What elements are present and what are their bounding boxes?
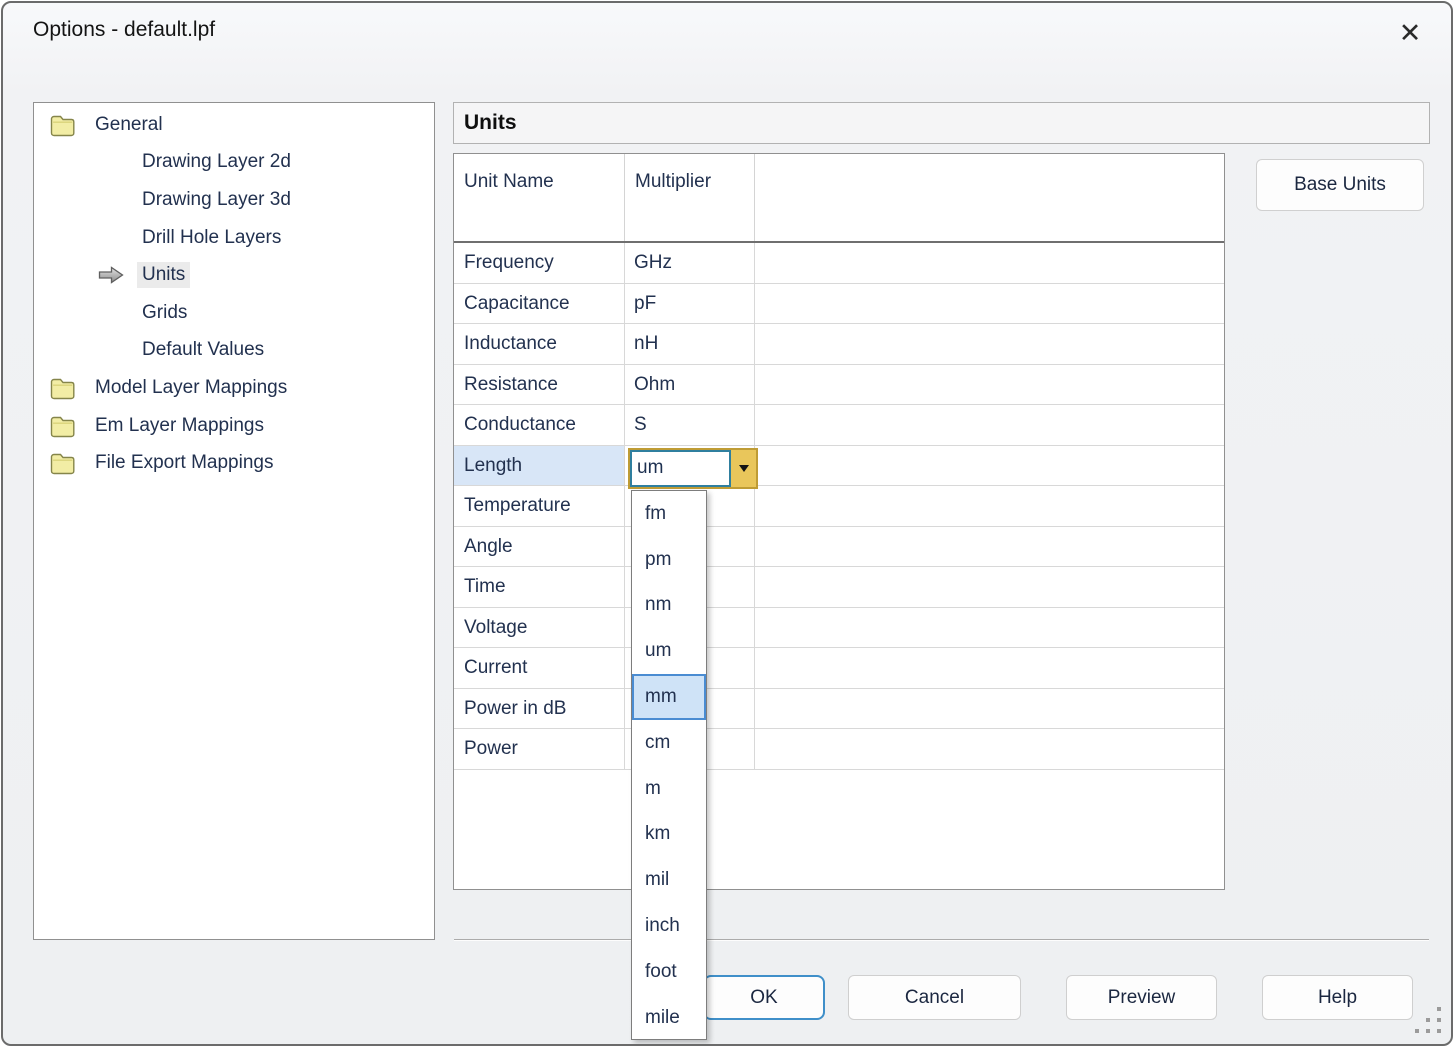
unit-name-cell[interactable]: Inductance [454,324,625,364]
unit-name-cell[interactable]: Time [454,567,625,607]
cancel-button[interactable]: Cancel [848,975,1021,1020]
dropdown-option-cm[interactable]: cm [632,720,706,766]
combobox-dropdown-button[interactable] [731,450,756,487]
folder-icon [48,413,78,439]
table-row: Frequency GHz [454,243,1224,284]
tree-item-drill-hole-layers[interactable]: Drill Hole Layers [34,219,434,257]
options-tree: General Drawing Layer 2d Drawing Layer 3… [33,102,435,940]
table-row: Angle [454,527,1224,568]
base-units-button[interactable]: Base Units [1256,159,1424,211]
unit-name-cell[interactable]: Angle [454,527,625,567]
unit-name-cell[interactable]: Voltage [454,608,625,648]
unit-name-cell[interactable]: Frequency [454,243,625,283]
length-unit-dropdown-list: fm pm nm um mm cm m km mil inch foot mil… [631,490,707,1040]
close-icon[interactable]: ✕ [1387,11,1433,55]
column-header-multiplier: Multiplier [625,154,755,241]
tree-item-units[interactable]: Units [34,256,434,294]
dropdown-option-fm[interactable]: fm [632,491,706,537]
table-row: Voltage [454,608,1224,649]
dropdown-option-um[interactable]: um [632,628,706,674]
combobox-value[interactable]: um [630,450,731,487]
folder-icon [48,112,78,138]
unit-name-cell[interactable]: Length [454,446,625,486]
table-row: Inductance nH [454,324,1224,365]
dropdown-option-m[interactable]: m [632,766,706,812]
help-button[interactable]: Help [1262,975,1413,1020]
folder-icon [48,375,78,401]
tree-item-label: Grids [137,300,192,326]
table-row: Temperature [454,486,1224,527]
multiplier-cell[interactable]: nH [625,324,755,364]
tree-item-label: Units [137,262,190,288]
resize-grip[interactable] [1411,1003,1415,1007]
table-row: Power [454,729,1224,770]
tree-item-label: Model Layer Mappings [90,375,292,401]
current-item-arrow-icon [96,265,126,285]
column-header-unit-name: Unit Name [454,154,625,241]
dialog-title: Options - default.lpf [33,18,215,42]
tree-item-label: Default Values [137,337,269,363]
tree-item-drawing-layer-3d[interactable]: Drawing Layer 3d [34,181,434,219]
tree-item-label: General [90,112,168,138]
tree-item-grids[interactable]: Grids [34,294,434,332]
dropdown-option-mm-highlighted[interactable]: mm [632,674,706,720]
table-row: Power in dB [454,689,1224,730]
ok-button[interactable]: OK [703,975,825,1020]
multiplier-cell[interactable]: S [625,405,755,445]
table-row: Time [454,567,1224,608]
tree-item-label: Drawing Layer 3d [137,187,296,213]
table-row: Current [454,648,1224,689]
unit-name-cell[interactable]: Current [454,648,625,688]
footer-separator [454,939,1429,941]
units-table-panel: Unit Name Multiplier Frequency GHz Capac… [453,153,1225,890]
multiplier-cell[interactable]: GHz [625,243,755,283]
dropdown-option-foot[interactable]: foot [632,949,706,995]
dropdown-option-km[interactable]: km [632,812,706,858]
table-header-row: Unit Name Multiplier [454,154,1224,243]
table-row: Resistance Ohm [454,365,1224,406]
length-multiplier-combobox[interactable]: um [628,448,758,489]
tree-item-em-layer-mappings[interactable]: Em Layer Mappings [34,407,434,445]
unit-name-cell[interactable]: Capacitance [454,284,625,324]
folder-icon [48,450,78,476]
multiplier-cell[interactable]: Ohm [625,365,755,405]
unit-name-cell[interactable]: Resistance [454,365,625,405]
tree-item-label: File Export Mappings [90,450,278,476]
dropdown-option-inch[interactable]: inch [632,903,706,949]
dropdown-option-mil[interactable]: mil [632,857,706,903]
tree-item-drawing-layer-2d[interactable]: Drawing Layer 2d [34,144,434,182]
dropdown-option-pm[interactable]: pm [632,537,706,583]
tree-item-label: Drawing Layer 2d [137,149,296,175]
tree-item-file-export-mappings[interactable]: File Export Mappings [34,444,434,482]
unit-name-cell[interactable]: Conductance [454,405,625,445]
dropdown-option-mile[interactable]: mile [632,995,706,1041]
table-row: Capacitance pF [454,284,1224,325]
chevron-down-icon [739,465,749,472]
preview-button[interactable]: Preview [1066,975,1217,1020]
dropdown-option-nm[interactable]: nm [632,583,706,629]
unit-name-cell[interactable]: Temperature [454,486,625,526]
section-header: Units [453,102,1430,144]
tree-item-default-values[interactable]: Default Values [34,332,434,370]
table-row-selected: Length [454,446,1224,487]
options-dialog: Options - default.lpf ✕ General Drawing … [1,1,1453,1046]
tree-item-label: Drill Hole Layers [137,225,286,251]
section-title: Units [454,111,517,135]
tree-item-label: Em Layer Mappings [90,413,269,439]
tree-item-general[interactable]: General [34,106,434,144]
unit-name-cell[interactable]: Power in dB [454,689,625,729]
multiplier-cell[interactable]: pF [625,284,755,324]
unit-name-cell[interactable]: Power [454,729,625,769]
tree-item-model-layer-mappings[interactable]: Model Layer Mappings [34,369,434,407]
table-row: Conductance S [454,405,1224,446]
